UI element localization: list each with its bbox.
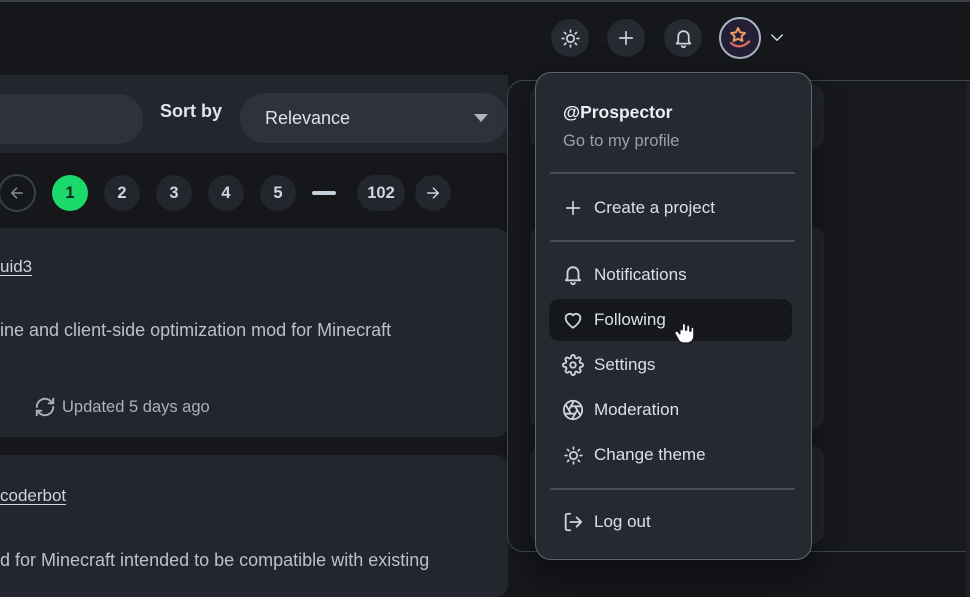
plus-icon — [614, 26, 638, 50]
menu-item-label: Log out — [594, 512, 651, 532]
window-top-border — [0, 0, 970, 2]
menu-divider — [550, 488, 795, 490]
project-author-link[interactable]: coderbot — [0, 486, 66, 506]
sun-icon — [558, 26, 582, 50]
arrow-left-icon — [8, 184, 26, 202]
refresh-icon — [34, 395, 56, 419]
search-controls-band: Sort by Relevance — [0, 75, 508, 153]
notifications-button[interactable] — [664, 19, 702, 57]
menu-item-label: Change theme — [594, 445, 706, 465]
bell-icon — [671, 26, 695, 50]
heart-icon — [561, 308, 585, 332]
menu-item-notifications[interactable]: Notifications — [549, 254, 792, 296]
hand-cursor — [670, 317, 696, 352]
bell-icon — [561, 263, 585, 287]
page-button-last[interactable]: 102 — [357, 175, 405, 211]
arrow-right-icon — [424, 184, 442, 202]
username-link[interactable]: @Prospector — [563, 102, 672, 123]
result-card: uid3 ine and client-side optimization mo… — [0, 228, 508, 437]
prev-page-button[interactable] — [0, 174, 36, 212]
search-input[interactable] — [0, 94, 143, 144]
go-to-profile-link[interactable]: Go to my profile — [563, 132, 679, 151]
page-gap-dash — [312, 191, 336, 195]
logout-icon — [561, 510, 585, 534]
menu-divider — [550, 172, 795, 174]
plus-icon — [561, 196, 585, 220]
avatar[interactable] — [719, 17, 761, 59]
gear-icon — [561, 353, 585, 377]
page-button-5[interactable]: 5 — [260, 175, 296, 211]
user-dropdown-menu: @Prospector Go to my profile Create a pr… — [535, 72, 812, 560]
menu-item-label: Create a project — [594, 198, 715, 218]
menu-divider — [550, 240, 795, 242]
caret-down-icon — [474, 114, 488, 122]
menu-item-change-theme[interactable]: Change theme — [549, 434, 792, 476]
page-button-4[interactable]: 4 — [208, 175, 244, 211]
menu-item-moderation[interactable]: Moderation — [549, 389, 792, 431]
menu-item-label: Moderation — [594, 400, 679, 420]
menu-item-log-out[interactable]: Log out — [549, 501, 792, 543]
project-author-link[interactable]: uid3 — [0, 257, 32, 277]
sort-select-value: Relevance — [265, 108, 350, 129]
page-button-2[interactable]: 2 — [104, 175, 140, 211]
sun-icon — [561, 443, 585, 467]
right-edge-card — [966, 82, 970, 597]
sort-select[interactable]: Relevance — [240, 93, 508, 143]
menu-item-label: Settings — [594, 355, 655, 375]
updated-row: Updated 5 days ago — [34, 395, 210, 419]
page-button-3[interactable]: 3 — [156, 175, 192, 211]
modrinth-search-page: { "colors": { "background": "#15171b", "… — [0, 0, 970, 597]
updated-label: Updated 5 days ago — [62, 398, 210, 417]
project-description: ine and client-side optimization mod for… — [0, 320, 391, 341]
menu-item-label: Notifications — [594, 265, 687, 285]
moderation-icon — [561, 398, 585, 422]
sort-by-label: Sort by — [160, 101, 222, 122]
menu-item-label: Following — [594, 310, 666, 330]
shooting-star-logo — [723, 21, 757, 55]
create-button[interactable] — [607, 19, 645, 57]
menu-item-create-project[interactable]: Create a project — [549, 187, 792, 229]
result-card: coderbot d for Minecraft intended to be … — [0, 455, 508, 597]
page-button-1[interactable]: 1 — [52, 175, 88, 211]
next-page-button[interactable] — [415, 175, 451, 211]
chevron-down-icon[interactable] — [768, 31, 786, 50]
project-description: d for Minecraft intended to be compatibl… — [0, 550, 429, 571]
theme-toggle-button[interactable] — [551, 19, 589, 57]
